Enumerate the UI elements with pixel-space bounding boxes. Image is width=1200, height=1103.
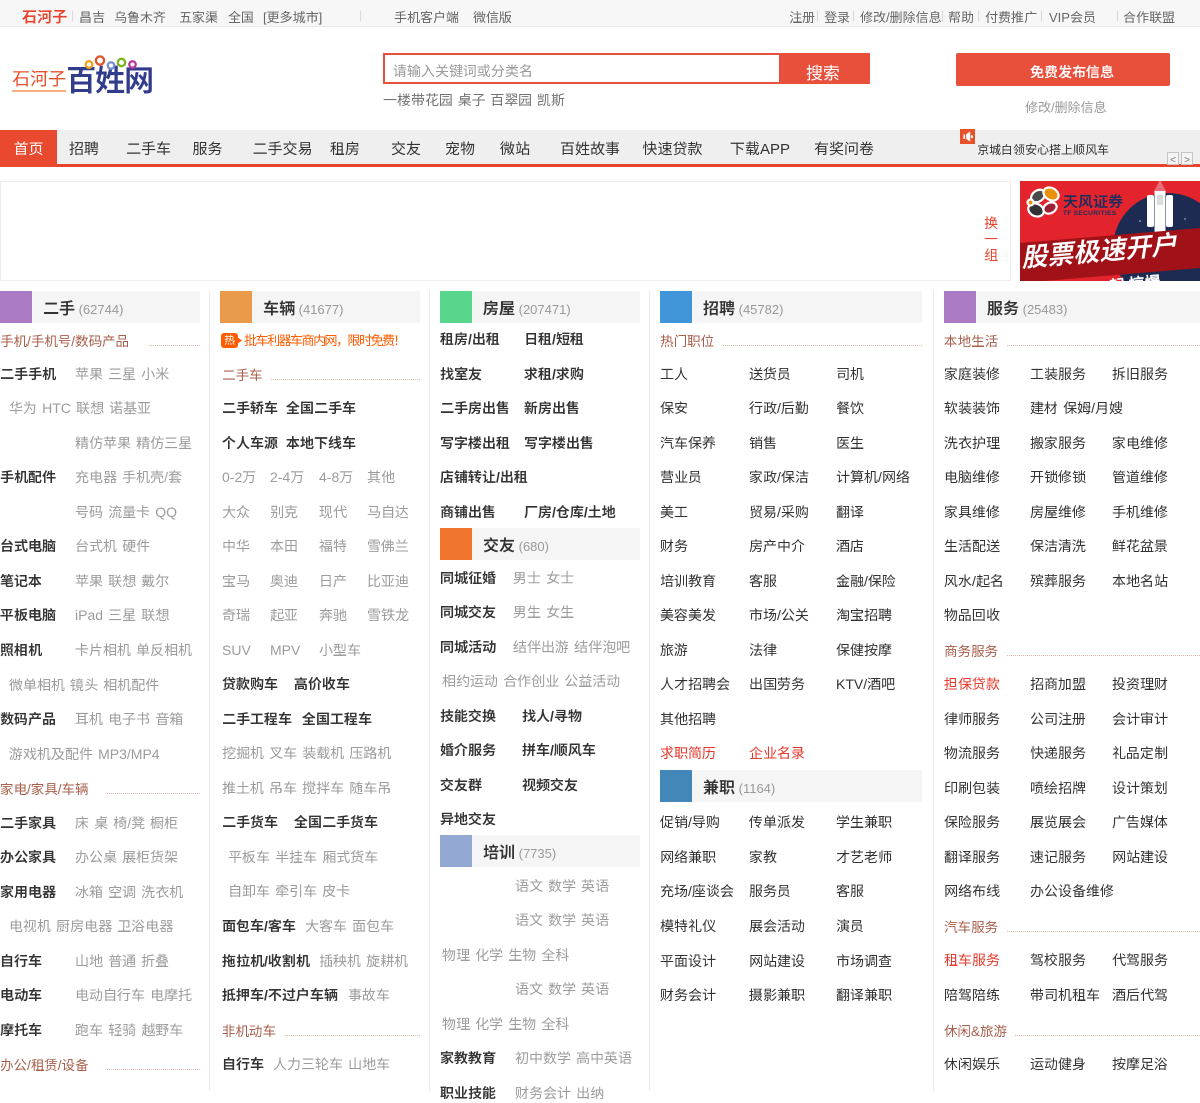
svg-text:TF SECURITIES: TF SECURITIES: [1063, 207, 1117, 217]
